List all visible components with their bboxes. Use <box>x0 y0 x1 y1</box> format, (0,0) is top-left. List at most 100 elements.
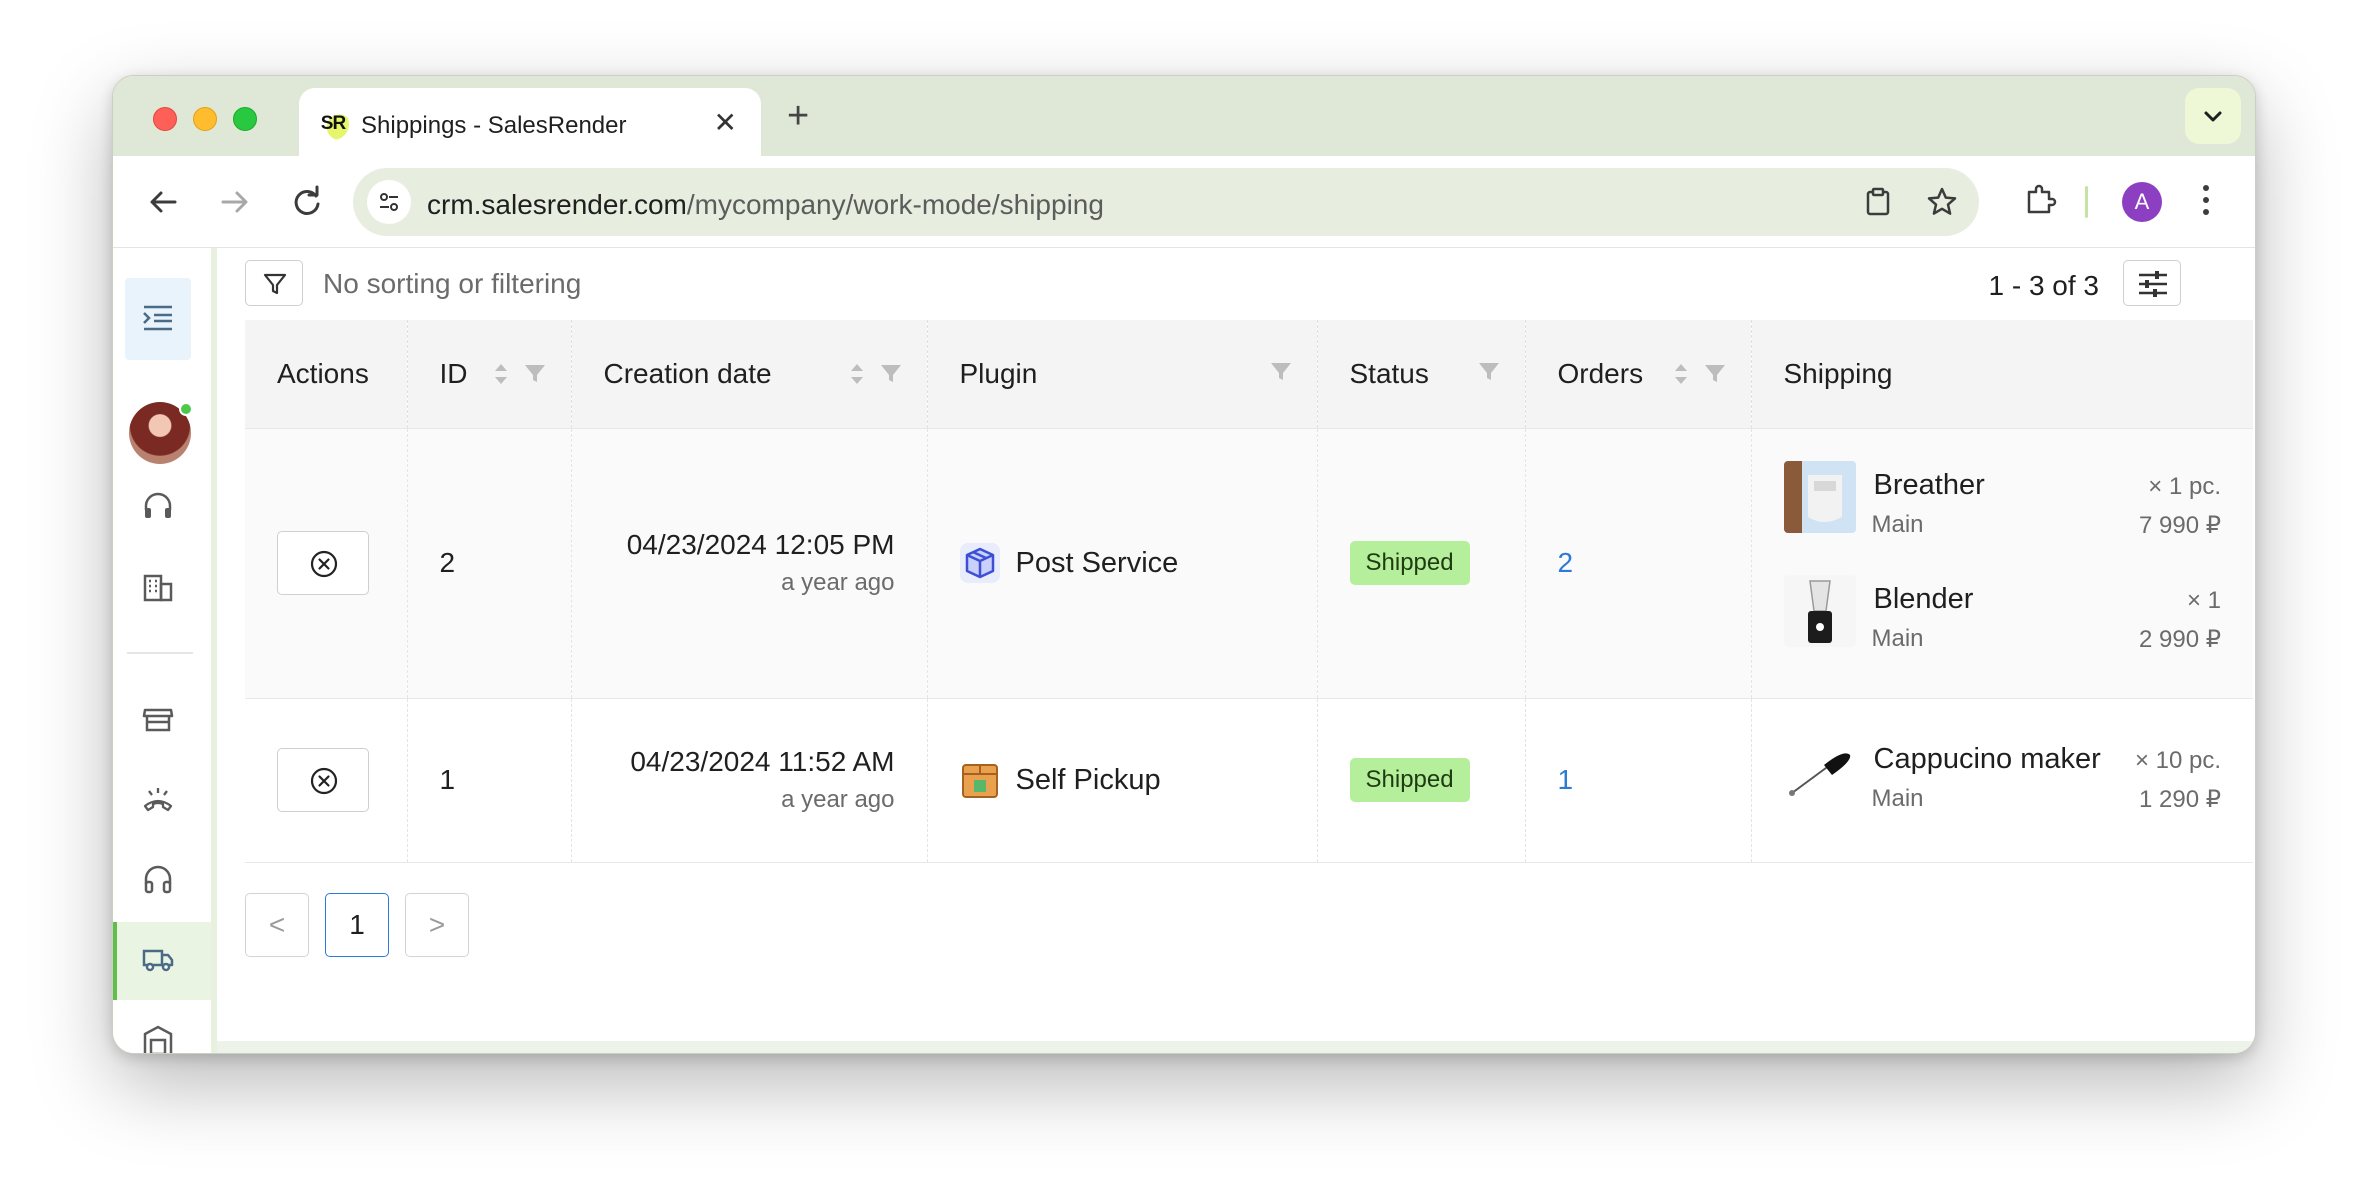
shipping-id: 2 <box>439 547 456 578</box>
shipping-id: 1 <box>439 764 456 795</box>
plugin-name: Self Pickup <box>1015 763 1161 796</box>
sidebar-item-store[interactable] <box>141 702 175 736</box>
browser-toolbar: crm.salesrender.com/mycompany/work-mode/… <box>113 156 2255 248</box>
item-quantity: × 10 pc. <box>2134 747 2221 774</box>
prev-page-button[interactable]: < <box>245 893 309 957</box>
column-header-creation-date[interactable]: Creation date <box>571 320 928 429</box>
shipping-cell: Breather Main × 1 pc. 7 990 ₽ Blender Ma… <box>1751 428 2253 699</box>
creation-date-relative: a year ago <box>781 569 895 596</box>
shipping-cell: Cappucino maker Main × 10 pc. 1 290 ₽ <box>1751 698 2253 863</box>
item-variant: Main <box>1871 511 1924 538</box>
item-price: 2 990 ₽ <box>2139 626 2221 653</box>
date-cell: 04/23/2024 11:52 AM a year ago <box>571 698 928 863</box>
column-header-plugin[interactable]: Plugin <box>927 320 1318 429</box>
pagination: < 1 > <box>245 893 469 957</box>
actions-cell <box>245 698 408 863</box>
orders-cell: 2 <box>1525 428 1752 699</box>
shipping-main-panel: No sorting or filtering 1 - 3 of 3 Actio… <box>217 248 2255 1053</box>
item-quantity: × 1 <box>2186 587 2221 614</box>
package-cube-icon <box>959 543 1000 583</box>
column-filter-icon[interactable] <box>523 362 547 386</box>
item-name: Blender <box>1873 583 1974 615</box>
item-quantity: × 1 pc. <box>2148 473 2221 500</box>
table-row[interactable]: 2 04/23/2024 12:05 PM a year ago Post Se… <box>245 428 2253 699</box>
item-name: Breather <box>1873 469 1985 501</box>
status-cell: Shipped <box>1317 698 1526 863</box>
column-header-id-label: ID <box>439 357 468 389</box>
forward-button[interactable] <box>213 180 257 224</box>
item-variant: Main <box>1871 625 1924 652</box>
table-settings-button[interactable] <box>2123 260 2181 306</box>
url-path: /mycompany/work-mode/shipping <box>686 189 1104 220</box>
clipboard-icon[interactable] <box>1861 185 1895 219</box>
reload-button[interactable] <box>285 180 329 224</box>
sort-icon[interactable] <box>849 360 865 388</box>
item-price: 7 990 ₽ <box>2139 512 2221 539</box>
column-header-status[interactable]: Status <box>1317 320 1526 429</box>
close-circle-icon <box>310 550 338 578</box>
creation-date: 04/23/2024 12:05 PM <box>626 529 895 560</box>
orders-link[interactable]: 2 <box>1558 547 1574 578</box>
plugin-cell: Self Pickup <box>927 698 1318 863</box>
filter-button[interactable] <box>245 260 303 306</box>
sort-icon[interactable] <box>493 360 509 388</box>
minimize-window-button[interactable] <box>193 107 217 131</box>
tab-search-button[interactable] <box>2185 88 2241 144</box>
headset-icon <box>144 492 172 518</box>
tune-icon <box>380 193 398 211</box>
truck-icon <box>141 942 175 976</box>
page-content: No sorting or filtering 1 - 3 of 3 Actio… <box>113 248 2255 1053</box>
id-cell: 1 <box>407 698 572 863</box>
column-filter-icon[interactable] <box>1703 362 1727 386</box>
toolbar-divider <box>2085 186 2088 218</box>
date-cell: 04/23/2024 12:05 PM a year ago <box>571 428 928 699</box>
tab-close-icon[interactable]: ✕ <box>714 108 737 138</box>
sidebar-item-warehouse[interactable] <box>141 1024 175 1053</box>
orders-link[interactable]: 1 <box>1558 764 1574 795</box>
column-filter-icon[interactable] <box>879 362 903 386</box>
status-cell: Shipped <box>1317 428 1526 699</box>
column-filter-icon[interactable] <box>1269 360 1293 384</box>
plugin-cell: Post Service <box>927 428 1318 699</box>
cancel-shipping-button[interactable] <box>277 748 369 812</box>
column-header-id[interactable]: ID <box>407 320 572 429</box>
arrow-right-icon <box>221 191 248 213</box>
site-info-button[interactable] <box>367 180 411 224</box>
address-bar[interactable]: crm.salesrender.com/mycompany/work-mode/… <box>353 168 1979 236</box>
column-header-orders[interactable]: Orders <box>1525 320 1752 429</box>
star-icon[interactable] <box>1925 185 1959 219</box>
sort-icon[interactable] <box>1673 360 1689 388</box>
browser-tab[interactable]: SR Shippings - SalesRender ✕ <box>299 88 761 156</box>
headphones-icon <box>144 865 172 894</box>
column-header-creation-date-label: Creation date <box>603 357 772 389</box>
sidebar-toggle-button[interactable] <box>125 278 191 360</box>
status-badge: Shipped <box>1349 541 1470 585</box>
extensions-button[interactable] <box>2021 180 2061 225</box>
kebab-menu-icon <box>2203 185 2209 215</box>
sidebar-item-calls[interactable] <box>141 782 175 816</box>
sidebar-divider <box>127 652 193 654</box>
column-header-plugin-label: Plugin <box>959 357 1038 389</box>
sidebar-item-company[interactable] <box>141 570 175 604</box>
column-filter-icon[interactable] <box>1477 360 1501 384</box>
new-tab-icon[interactable]: + <box>787 96 809 136</box>
browser-menu-button[interactable] <box>2199 180 2213 225</box>
close-circle-icon <box>310 767 338 795</box>
maximize-window-button[interactable] <box>233 107 257 131</box>
next-page-button[interactable]: > <box>405 893 469 957</box>
status-badge: Shipped <box>1349 758 1470 802</box>
back-button[interactable] <box>141 180 185 224</box>
sidebar-item-operators[interactable] <box>141 862 175 896</box>
building-icon <box>143 574 173 602</box>
profile-avatar[interactable]: A <box>2122 182 2162 222</box>
sidebar-item-support[interactable] <box>141 490 175 524</box>
browser-window: SR Shippings - SalesRender ✕ + crm.sales… <box>112 75 2256 1054</box>
table-row[interactable]: 1 04/23/2024 11:52 AM a year ago Self Pi… <box>245 698 2253 863</box>
page-1-button[interactable]: 1 <box>325 893 389 957</box>
warehouse-icon <box>143 1025 173 1053</box>
close-window-button[interactable] <box>153 107 177 131</box>
cancel-shipping-button[interactable] <box>277 531 369 595</box>
actions-cell <box>245 428 408 699</box>
shipping-item: Blender Main × 1 2 990 ₽ <box>1783 563 2221 677</box>
creation-date-relative: a year ago <box>781 786 895 813</box>
